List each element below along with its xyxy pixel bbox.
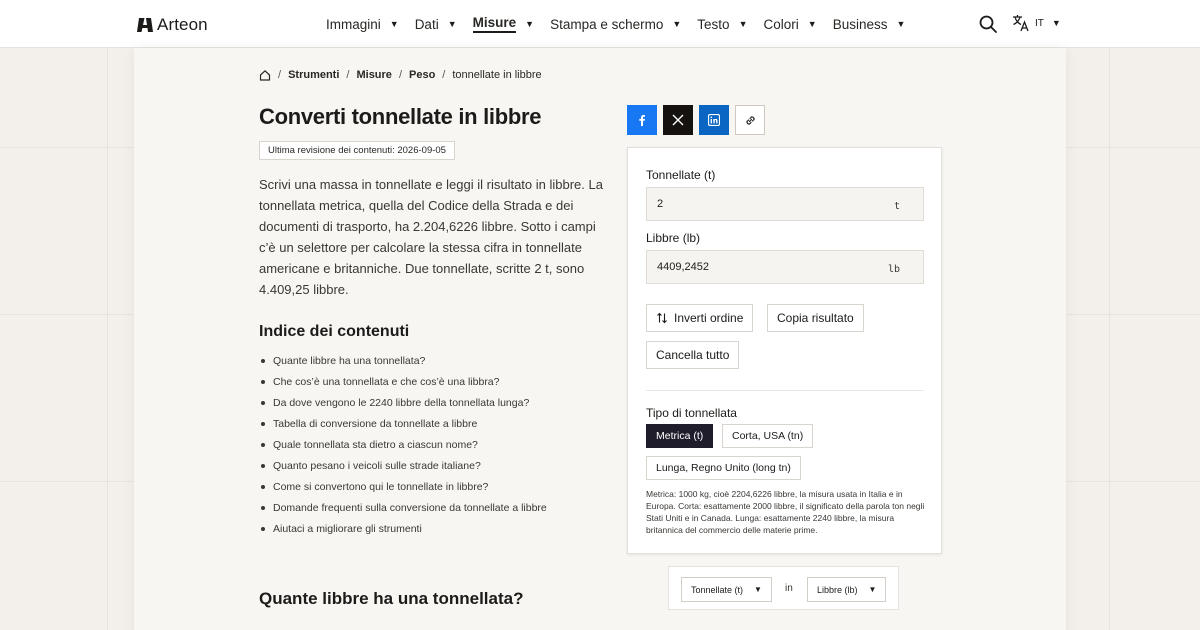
chevron-down-icon: ▼ <box>807 19 817 29</box>
to-unit-select[interactable]: Libbre (lb) ▼ <box>807 577 887 602</box>
chevron-down-icon: ▼ <box>447 19 457 29</box>
ton-type-metric[interactable]: Metrica (t) <box>646 424 714 448</box>
unit-joiner: in <box>785 583 793 594</box>
copy-link-button[interactable] <box>735 105 765 135</box>
chevron-down-icon: ▼ <box>896 19 906 29</box>
section-title: Quante libbre ha una tonnellata? <box>259 589 524 608</box>
toc-title: Indice dei contenuti <box>259 323 410 340</box>
chevron-down-icon: ▼ <box>525 19 535 29</box>
search-icon <box>979 15 997 33</box>
nav-item-business[interactable]: Business ▼ <box>833 15 906 33</box>
table-of-contents: Quante libbre ha una tonnellata? Che cos… <box>259 350 547 539</box>
brand-logo[interactable]: Arteon <box>137 15 208 35</box>
main-content: / Strumenti / Misure / Peso / tonnellate… <box>134 48 1066 630</box>
brand-mark-icon <box>137 18 153 32</box>
language-selector[interactable]: IT ▼ <box>1012 14 1061 32</box>
chevron-down-icon: ▼ <box>754 585 762 594</box>
pounds-input[interactable] <box>647 251 923 283</box>
ton-type-short[interactable]: Corta, USA (tn) <box>722 424 814 448</box>
toc-link[interactable]: Come si convertono qui le tonnellate in … <box>259 476 547 497</box>
divider <box>646 390 924 391</box>
swap-icon <box>657 312 667 324</box>
to-unit-value: Libbre (lb) <box>817 584 858 595</box>
brand-name: Arteon <box>157 15 208 34</box>
toc-link[interactable]: Che cos’è una tonnellata e che cos’è una… <box>259 371 547 392</box>
tonnes-field: t <box>646 187 924 221</box>
share-facebook-button[interactable] <box>627 105 657 135</box>
page-title: Converti tonnellate in libbre <box>259 104 542 129</box>
breadcrumb-separator: / <box>278 69 282 81</box>
ton-type-label: Tipo di tonnellata <box>646 406 737 420</box>
toc-link[interactable]: Domande frequenti sulla conversione da t… <box>259 497 547 518</box>
x-icon <box>672 114 684 126</box>
nav-item-dati[interactable]: Dati ▼ <box>415 15 457 33</box>
unit-selector-bar: Tonnellate (t) ▼ in Libbre (lb) ▼ <box>668 566 899 610</box>
breadcrumb-peso[interactable]: Peso <box>409 69 435 81</box>
translate-icon <box>1013 15 1029 32</box>
nav-item-misure[interactable]: Misure ▼ <box>472 15 535 33</box>
toc-link[interactable]: Quante libbre ha una tonnellata? <box>259 350 547 371</box>
pounds-field: lb <box>646 250 924 284</box>
clear-all-button[interactable]: Cancella tutto <box>646 341 740 369</box>
revision-badge: Ultima revisione dei contenuti: 2026-09-… <box>259 141 455 160</box>
breadcrumb: / Strumenti / Misure / Peso / tonnellate… <box>259 69 542 81</box>
chevron-down-icon: ▼ <box>672 19 682 29</box>
toc-link[interactable]: Quanto pesano i veicoli sulle strade ita… <box>259 455 547 476</box>
ton-type-long[interactable]: Lunga, Regno Unito (long tn) <box>646 456 801 480</box>
tonnes-label: Tonnellate (t) <box>646 168 716 182</box>
pounds-label: Libbre (lb) <box>646 231 701 245</box>
chevron-down-icon: ▼ <box>389 19 399 29</box>
nav-item-stampa-e-schermo[interactable]: Stampa e schermo ▼ <box>550 15 681 33</box>
breadcrumb-separator: / <box>442 69 446 81</box>
chevron-down-icon: ▼ <box>1051 18 1061 28</box>
language-code: IT <box>1035 17 1044 29</box>
breadcrumb-current: tonnellate in libbre <box>452 69 542 81</box>
nav-item-testo[interactable]: Testo ▼ <box>697 15 747 33</box>
breadcrumb-misure[interactable]: Misure <box>356 69 391 81</box>
facebook-icon <box>639 115 645 126</box>
site-header: Arteon Immagini ▼ Dati ▼ Misure ▼ Stampa… <box>0 0 1200 48</box>
from-unit-select[interactable]: Tonnellate (t) ▼ <box>681 577 772 602</box>
toc-link[interactable]: Tabella di conversione da tonnellate a l… <box>259 413 547 434</box>
breadcrumb-separator: / <box>398 69 402 81</box>
swap-button[interactable]: Inverti ordine <box>646 304 754 332</box>
main-nav: Immagini ▼ Dati ▼ Misure ▼ Stampa e sche… <box>326 15 921 33</box>
chevron-down-icon: ▼ <box>738 19 748 29</box>
share-bar <box>627 105 765 135</box>
link-icon <box>745 115 755 125</box>
intro-text: Scrivi una massa in tonnellate e leggi i… <box>259 177 603 297</box>
toc-link[interactable]: Da dove vengono le 2240 libbre della ton… <box>259 392 547 413</box>
nav-item-colori[interactable]: Colori ▼ <box>764 15 817 33</box>
breadcrumb-strumenti[interactable]: Strumenti <box>288 69 339 81</box>
converter-card: Tonnellate (t) t Libbre (lb) lb Inverti … <box>627 147 942 554</box>
share-x-button[interactable] <box>663 105 693 135</box>
home-icon[interactable] <box>259 69 271 81</box>
ton-type-description: Metrica: 1000 kg, cioè 2204,6226 libbre,… <box>646 489 925 535</box>
linkedin-icon <box>708 114 720 126</box>
pounds-unit: lb <box>887 264 900 275</box>
breadcrumb-separator: / <box>346 69 350 81</box>
toc-link[interactable]: Quale tonnellata sta dietro a ciascun no… <box>259 434 547 455</box>
search-button[interactable] <box>978 14 998 34</box>
from-unit-value: Tonnellate (t) <box>691 584 744 595</box>
share-linkedin-button[interactable] <box>699 105 729 135</box>
tonnes-unit: t <box>893 201 900 212</box>
copy-result-button[interactable]: Copia risultato <box>767 304 864 332</box>
toc-link[interactable]: Aiutaci a migliorare gli strumenti <box>259 518 547 539</box>
nav-item-immagini[interactable]: Immagini ▼ <box>326 15 399 33</box>
chevron-down-icon: ▼ <box>868 585 877 594</box>
tonnes-input[interactable] <box>647 188 923 220</box>
swap-button-label: Inverti ordine <box>674 311 744 325</box>
